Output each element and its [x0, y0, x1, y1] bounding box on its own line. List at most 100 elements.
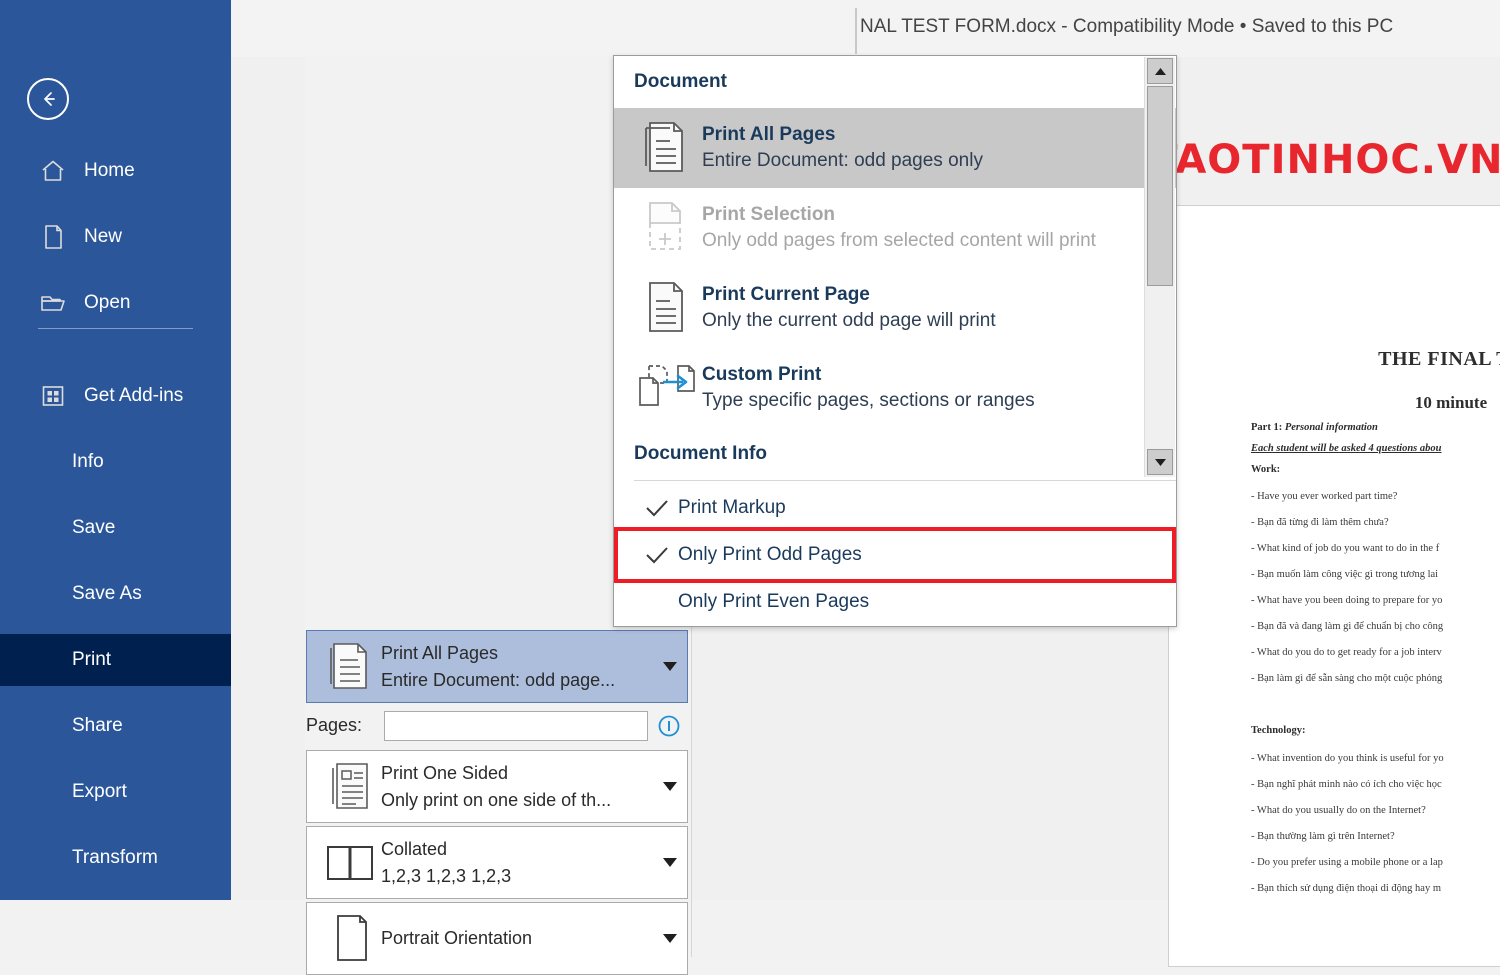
menu-check-items: Print Markup Only Print Odd Pages Only Pri… — [614, 484, 1176, 625]
print-collation-title: Collated — [381, 838, 448, 859]
collate-icon — [323, 837, 381, 889]
menu-toggle-label: Print Markup — [678, 496, 786, 518]
sidebar-item-label: Get Add-ins — [84, 385, 184, 406]
menu-toggle-only-print-odd-pages[interactable]: Only Print Odd Pages — [614, 531, 1176, 578]
doc-technology-lines: - What invention do you think is useful … — [1251, 753, 1500, 894]
doc-work-line: - Bạn muốn làm công việc gì trong tương … — [1251, 569, 1439, 581]
print-current-page-icon — [630, 277, 702, 339]
print-orientation-text: Portrait Orientation — [381, 928, 653, 949]
menu-item-title: Print Selection — [702, 204, 836, 225]
doc-technology-line: - Bạn thường làm gì trên Internet? — [1251, 830, 1395, 842]
chevron-down-icon[interactable] — [653, 934, 687, 943]
print-preview-pane: DAOTAOTINHOC.VN THE FINAL TE 10 minute P… — [231, 55, 1500, 975]
grid-icon — [38, 381, 68, 411]
sidebar-item-share[interactable]: Share — [0, 700, 231, 752]
doc-technology-line: - What do you usually do on the Internet… — [1251, 804, 1426, 816]
menu-item-title: Print Current Page — [702, 284, 870, 305]
sidebar-item-save[interactable]: Save — [0, 502, 231, 554]
scroll-down-icon[interactable] — [1147, 449, 1173, 475]
doc-technology-line: - What invention do you think is useful … — [1251, 752, 1444, 764]
checkmark-icon — [636, 546, 678, 564]
menu-toggle-label: Only Print Even Pages — [678, 590, 870, 612]
doc-title: THE FINAL TE — [1378, 348, 1500, 370]
doc-work-line: - What have you been doing to prepare fo… — [1251, 595, 1443, 607]
sidebar-item-get-add-ins[interactable]: Get Add-ins — [0, 370, 231, 422]
doc-work-line: - What do you do to get ready for a job … — [1251, 647, 1442, 659]
custom-print-icon — [630, 357, 702, 419]
sidebar-item-label: Export — [72, 781, 127, 802]
doc-part-line: Part 1: Personal information — [1251, 421, 1500, 434]
print-orientation-dropdown[interactable]: Portrait Orientation — [306, 902, 688, 975]
checkmark-icon — [636, 499, 678, 517]
sidebar-item-home[interactable]: Home — [0, 145, 231, 197]
menu-items: Print All Pages Entire Document: odd page… — [614, 108, 1176, 428]
doc-subtitle: 10 minute — [1414, 393, 1488, 412]
doc-work-line: - Bạn làm gì để sẵn sàng cho một cuộc ph… — [1251, 673, 1443, 685]
sidebar-item-info[interactable]: Info — [0, 436, 231, 488]
doc-technology-line: - Bạn nghĩ phát minh nào có ích cho việc… — [1251, 778, 1442, 790]
pages-row: Pages: — [306, 704, 686, 747]
pages-label: Pages: — [306, 715, 363, 735]
print-range-subtitle: Entire Document: odd page... — [381, 669, 616, 690]
menu-toggle-print-markup[interactable]: Print Markup — [614, 484, 1176, 531]
print-selection-icon — [630, 197, 702, 259]
portrait-icon — [323, 913, 381, 965]
menu-scrollbar[interactable] — [1144, 57, 1175, 477]
chevron-down-icon[interactable] — [653, 782, 687, 791]
menu-toggle-only-print-even-pages[interactable]: Only Print Even Pages — [614, 578, 1176, 625]
sidebar-item-label: Save — [72, 517, 116, 538]
print-all-pages-icon — [323, 641, 381, 693]
back-button[interactable] — [27, 78, 69, 120]
sidebar-item-transform[interactable]: Transform — [0, 832, 231, 884]
print-sided-subtitle: Only print on one side of th... — [381, 789, 612, 810]
sidebar-item-open[interactable]: Open — [0, 277, 231, 329]
sidebar-item-label: Transform — [72, 847, 158, 868]
sidebar-item-label: New — [84, 226, 123, 247]
title-bar: NAL TEST FORM.docx - Compatibility Mode … — [231, 0, 1500, 57]
sidebar-item-label: Save As — [72, 583, 142, 604]
doc-section-technology: Technology: — [1251, 725, 1306, 737]
backstage-sidebar: Home New Open Get Add-ins Info Save Save As Pri… — [0, 0, 231, 900]
print-sided-dropdown[interactable]: Print One Sided Only print on one side o… — [306, 750, 688, 823]
doc-technology-line: - Do you prefer using a mobile phone or … — [1251, 856, 1443, 868]
sidebar-item-label: Info — [72, 451, 104, 472]
home-icon — [38, 156, 68, 186]
menu-divider — [634, 480, 1176, 481]
print-collation-text: Collated 1,2,3 1,2,3 1,2,3 — [381, 839, 653, 887]
doc-technology-line: - Bạn thích sử dụng điện thoại di động h… — [1251, 882, 1441, 894]
document-page-preview[interactable]: THE FINAL TE 10 minute Part 1: Personal … — [1168, 205, 1500, 967]
doc-part-title: Personal information — [1284, 422, 1378, 433]
scroll-up-icon[interactable] — [1147, 58, 1173, 84]
info-icon[interactable] — [657, 714, 681, 738]
scrollbar-thumb[interactable] — [1147, 86, 1173, 286]
menu-section-document-info: Document Info — [634, 443, 767, 464]
print-sided-text: Print One Sided Only print on one side o… — [381, 763, 653, 811]
sidebar-item-label: Print — [72, 649, 112, 670]
sidebar-item-save-as[interactable]: Save As — [0, 568, 231, 620]
print-range-title: Print All Pages — [381, 642, 499, 663]
chevron-down-icon[interactable] — [653, 662, 687, 671]
menu-item-print-current-page[interactable]: Print Current Page Only the current odd p… — [614, 268, 1176, 348]
pages-input[interactable] — [384, 710, 648, 741]
menu-item-subtitle: Entire Document: odd pages only — [702, 150, 983, 171]
print-orientation-title: Portrait Orientation — [381, 928, 533, 948]
sidebar-item-label: Open — [84, 292, 131, 313]
menu-item-subtitle: Only odd pages from selected content wil… — [702, 230, 1096, 251]
print-range-menu[interactable]: Document Print All Pages Entire Document:… — [613, 55, 1177, 627]
menu-item-print-all-pages[interactable]: Print All Pages Entire Document: odd page… — [614, 108, 1176, 188]
doc-instruction: Each student will be asked 4 questions a… — [1251, 443, 1442, 455]
doc-work-line: - Have you ever worked part time? — [1251, 491, 1398, 503]
backstage-main: NAL TEST FORM.docx - Compatibility Mode … — [231, 0, 1500, 975]
print-collation-dropdown[interactable]: Collated 1,2,3 1,2,3 1,2,3 — [306, 826, 688, 899]
chevron-down-icon[interactable] — [653, 858, 687, 867]
sidebar-item-new[interactable]: New — [0, 211, 231, 263]
print-range-dropdown[interactable]: Print All Pages Entire Document: odd pag… — [306, 630, 688, 703]
doc-part-label: Part 1: — [1251, 422, 1283, 433]
menu-item-print-selection: Print Selection Only odd pages from selec… — [614, 188, 1176, 268]
sidebar-item-print[interactable]: Print — [0, 634, 231, 686]
sidebar-item-export[interactable]: Export — [0, 766, 231, 818]
menu-item-custom-print[interactable]: Custom Print Type specific pages, section… — [614, 348, 1176, 428]
print-sided-title: Print One Sided — [381, 762, 509, 783]
print-all-pages-icon — [630, 117, 702, 179]
one-sided-icon — [323, 761, 381, 813]
